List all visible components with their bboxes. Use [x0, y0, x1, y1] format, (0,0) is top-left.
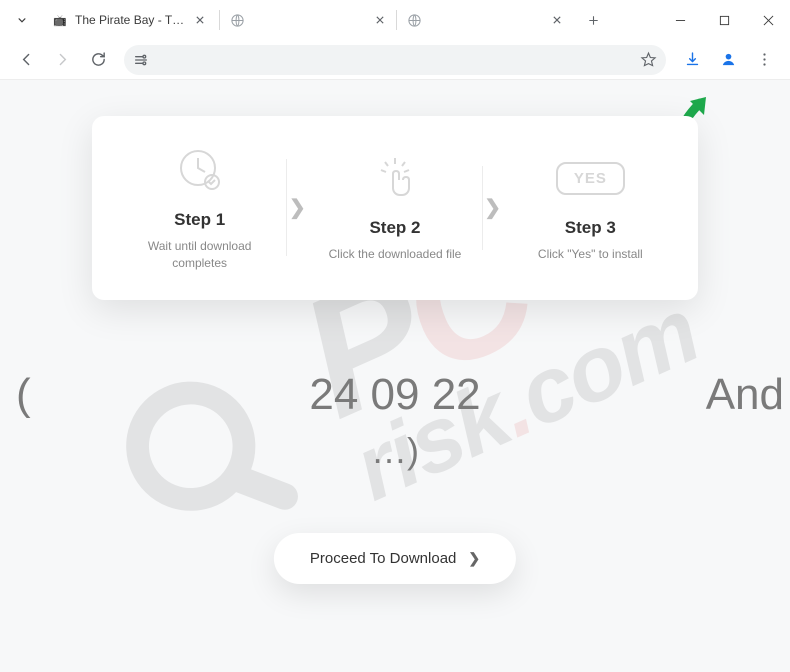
step-3: YES Step 3 Click "Yes" to install	[503, 152, 678, 263]
forward-button[interactable]	[46, 44, 78, 76]
tab-pirate-bay[interactable]: 📺 The Pirate Bay - The galax	[44, 4, 219, 36]
step-description: Wait until download completes	[125, 238, 275, 272]
new-tab-button[interactable]	[579, 6, 607, 34]
search-tabs-button[interactable]	[8, 6, 36, 34]
maximize-button[interactable]	[702, 4, 746, 36]
site-settings-icon[interactable]	[132, 51, 150, 69]
chevron-right-icon: ❯	[287, 195, 307, 220]
bookmark-icon[interactable]	[638, 50, 658, 70]
close-button[interactable]	[746, 4, 790, 36]
step-1: Step 1 Wait until download completes	[112, 144, 287, 272]
steps-card: Step 1 Wait until download completes ❯ S…	[92, 116, 698, 300]
step-2: Step 2 Click the downloaded file	[307, 152, 482, 263]
menu-button[interactable]	[748, 44, 780, 76]
tap-icon	[371, 152, 419, 204]
step-title: Step 2	[369, 218, 420, 238]
chevron-right-icon: ❯	[468, 550, 480, 567]
profile-button[interactable]	[712, 44, 744, 76]
chevron-right-icon: ❯	[483, 195, 503, 220]
favicon-icon: 📺	[52, 12, 68, 28]
step-title: Step 1	[174, 210, 225, 230]
tab-strip: 📺 The Pirate Bay - The galax	[8, 0, 658, 40]
tab-active[interactable]	[398, 4, 573, 36]
yes-badge-icon: YES	[556, 152, 625, 204]
tab-close-button[interactable]	[192, 12, 208, 28]
step-title: Step 3	[565, 218, 616, 238]
globe-icon	[406, 12, 422, 28]
step-description: Click the downloaded file	[329, 246, 462, 263]
downloads-button[interactable]	[676, 44, 708, 76]
clock-icon	[176, 144, 224, 196]
window-controls	[658, 0, 790, 40]
reload-button[interactable]	[82, 44, 114, 76]
marquee-right-fragment: And	[706, 370, 784, 420]
marquee-left-fragment: (	[16, 370, 31, 420]
address-bar[interactable]	[124, 45, 666, 75]
browser-window: 📺 The Pirate Bay - The galax	[0, 0, 790, 672]
titlebar: 📺 The Pirate Bay - The galax	[0, 0, 790, 40]
back-button[interactable]	[10, 44, 42, 76]
proceed-label: Proceed To Download	[310, 550, 456, 567]
marquee-center: 24 09 22	[309, 370, 480, 419]
tab-title: The Pirate Bay - The galax	[75, 13, 185, 27]
tab-blank-1[interactable]	[221, 4, 396, 36]
marquee-tail: …)	[0, 430, 790, 472]
step-description: Click "Yes" to install	[538, 246, 643, 263]
globe-icon	[229, 12, 245, 28]
marquee-text: ( 24 09 22 And	[0, 370, 790, 420]
page-content: PC risk.com	[0, 80, 790, 672]
minimize-button[interactable]	[658, 4, 702, 36]
toolbar	[0, 40, 790, 80]
tab-close-button[interactable]	[549, 12, 565, 28]
proceed-download-button[interactable]: Proceed To Download ❯	[274, 533, 516, 584]
tab-close-button[interactable]	[372, 12, 388, 28]
